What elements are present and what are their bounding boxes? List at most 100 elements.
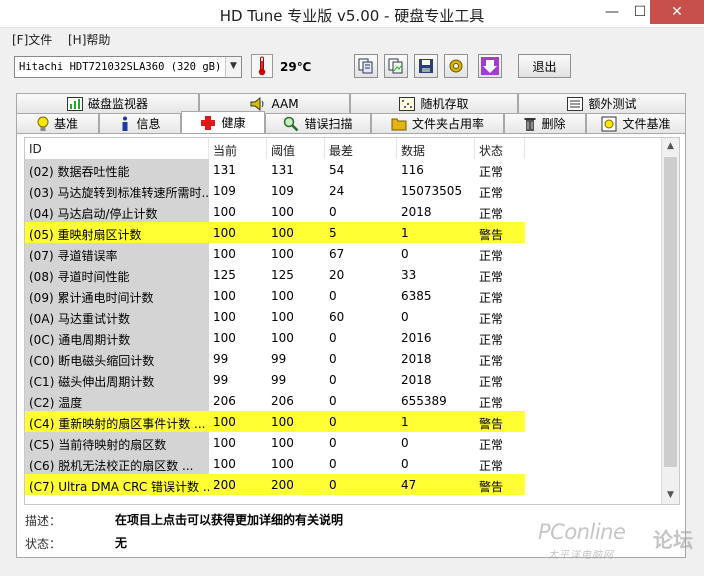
- cell-data: 116: [401, 163, 424, 177]
- tab-label: 文件基准: [622, 117, 671, 131]
- cell-data: 0: [401, 436, 409, 450]
- cell-threshold: 100: [271, 247, 294, 261]
- table-row[interactable]: (0C) 通电周期计数 100 100 0 2016 正常: [25, 327, 661, 348]
- column-header-status[interactable]: 状态: [475, 138, 525, 159]
- cell-worst: 24: [329, 184, 345, 198]
- tab-erase[interactable]: 删除: [504, 113, 586, 133]
- table-row[interactable]: (08) 寻道时间性能 125 125 20 33 正常: [25, 264, 661, 285]
- cell-data: 2018: [401, 352, 432, 366]
- table-row[interactable]: (C1) 磁头伸出周期计数 99 99 0 2018 正常: [25, 369, 661, 390]
- cell-worst: 67: [329, 247, 345, 261]
- cell-worst: 0: [329, 352, 337, 366]
- minimize-button[interactable]: —: [598, 0, 626, 24]
- column-header-id[interactable]: ID: [25, 138, 209, 159]
- cell-status: 正常: [479, 333, 504, 347]
- cell-threshold: 99: [271, 373, 287, 387]
- cell-id: (04) 马达启动/停止计数: [25, 201, 209, 222]
- table-row[interactable]: (07) 寻道错误率 100 100 67 0 正常: [25, 243, 661, 264]
- description-label: 描述：: [25, 514, 62, 528]
- table-row[interactable]: (03) 马达旋转到标准转速所需时... 109 109 24 15073505 正常: [25, 180, 661, 201]
- cell-current: 206: [213, 394, 236, 408]
- cell-status: 正常: [479, 459, 504, 473]
- copy-text-button[interactable]: [354, 54, 378, 78]
- magnifier-icon: [284, 116, 299, 131]
- cell-status: 正常: [479, 438, 504, 452]
- maximize-icon: ☐: [633, 4, 647, 20]
- scroll-down-icon[interactable]: ▼: [662, 487, 679, 504]
- cell-current: 100: [213, 247, 236, 261]
- cell-threshold: 200: [267, 474, 325, 495]
- vertical-scrollbar[interactable]: ▲ ▼: [661, 138, 679, 504]
- tab-benchmark[interactable]: 基准: [16, 113, 99, 133]
- cell-status: 正常: [479, 396, 504, 410]
- cell-threshold: 206: [271, 394, 294, 408]
- table-row[interactable]: (02) 数据吞吐性能 131 131 54 116 正常: [25, 159, 661, 180]
- tab-label: 文件夹占用率: [411, 117, 484, 131]
- table-row[interactable]: (C6) 脱机无法校正的扇区数 ... 100 100 0 0 正常: [25, 453, 661, 474]
- status-label: 状态：: [25, 537, 62, 551]
- tab-error-scan[interactable]: 错误扫描: [265, 113, 371, 133]
- options-button[interactable]: [444, 54, 468, 78]
- cell-worst: 0: [329, 394, 337, 408]
- description-text: 在项目上点击可以获得更加详细的有关说明: [115, 513, 344, 527]
- tab-label: 基准: [53, 117, 78, 131]
- folder-icon: [391, 118, 407, 130]
- cell-threshold: 125: [271, 268, 294, 282]
- cell-data: 2018: [401, 373, 432, 387]
- column-header-data[interactable]: 数据: [397, 138, 475, 159]
- tab-label: 错误扫描: [304, 117, 353, 131]
- close-button[interactable]: ✕: [650, 0, 704, 24]
- tab-label: AAM: [271, 96, 299, 111]
- tab-health[interactable]: 健康: [181, 111, 265, 133]
- cell-id: (05) 重映射扇区计数: [25, 222, 209, 243]
- cell-id: (C5) 当前待映射的扇区数: [25, 432, 209, 453]
- cell-status: 警告: [475, 411, 525, 432]
- tab-file-benchmark[interactable]: 文件基准: [586, 113, 686, 133]
- status-text: 无: [115, 536, 128, 550]
- column-header-threshold[interactable]: 阈值: [267, 138, 325, 159]
- cell-current: 100: [213, 289, 236, 303]
- tab-label: 随机存取: [420, 97, 469, 111]
- cell-id: (0C) 通电周期计数: [25, 327, 209, 348]
- speaker-icon: [250, 96, 264, 111]
- tab-info[interactable]: 信息: [99, 113, 181, 133]
- scrollbar-thumb[interactable]: [664, 157, 677, 467]
- copy-image-button[interactable]: [384, 54, 408, 78]
- menu-help[interactable]: [H]帮助: [68, 31, 110, 48]
- exit-button[interactable]: 退出: [518, 54, 571, 78]
- download-button[interactable]: [478, 54, 502, 78]
- table-row[interactable]: (05) 重映射扇区计数 100 100 5 1 警告: [25, 222, 661, 243]
- drive-select[interactable]: Hitachi HDT721032SLA360 (320 gB) ▼: [14, 56, 242, 78]
- menu-file[interactable]: [F]文件: [12, 31, 52, 48]
- cell-threshold: 100: [271, 205, 294, 219]
- table-row[interactable]: (04) 马达启动/停止计数 100 100 0 2018 正常: [25, 201, 661, 222]
- cell-data: 2016: [401, 331, 432, 345]
- cell-current: 109: [213, 184, 236, 198]
- watermark-sub: 太平洋电脑网: [548, 550, 614, 561]
- cell-data: 15073505: [401, 184, 463, 198]
- tab-aam[interactable]: AAM: [199, 93, 350, 113]
- table-row[interactable]: (0A) 马达重试计数 100 100 60 0 正常: [25, 306, 661, 327]
- table-row[interactable]: (09) 累计通电时间计数 100 100 0 6385 正常: [25, 285, 661, 306]
- save-button[interactable]: [414, 54, 438, 78]
- cell-worst: 0: [325, 474, 397, 495]
- column-header-current[interactable]: 当前: [209, 138, 267, 159]
- column-header-worst[interactable]: 最差: [325, 138, 397, 159]
- table-row[interactable]: (C0) 断电磁头缩回计数 99 99 0 2018 正常: [25, 348, 661, 369]
- tab-extra-tests[interactable]: 额外测试: [518, 93, 686, 113]
- table-row[interactable]: (C2) 温度 206 206 0 655389 正常: [25, 390, 661, 411]
- tab-random-access[interactable]: 随机存取: [350, 93, 518, 113]
- cell-data: 0: [401, 457, 409, 471]
- health-panel: ID 当前 阈值 最差 数据 状态 (02) 数据吞吐性能 131 131 54 116…: [16, 133, 686, 558]
- tab-disk-monitor[interactable]: 磁盘监视器: [16, 93, 199, 113]
- table-row[interactable]: (C7) Ultra DMA CRC 错误计数 ... 200 200 0 47 警告: [25, 474, 661, 495]
- chevron-down-icon: ▼: [225, 57, 241, 77]
- cell-worst: 20: [329, 268, 345, 282]
- scroll-up-icon[interactable]: ▲: [662, 138, 679, 155]
- tab-folder-usage[interactable]: 文件夹占用率: [371, 113, 504, 133]
- table-row[interactable]: (C4) 重新映射的扇区事件计数 ... 100 100 0 1 警告: [25, 411, 661, 432]
- cell-threshold: 100: [267, 411, 325, 432]
- table-row[interactable]: (C5) 当前待映射的扇区数 100 100 0 0 正常: [25, 432, 661, 453]
- cell-threshold: 100: [271, 310, 294, 324]
- toolbar: Hitachi HDT721032SLA360 (320 gB) ▼ 29℃ 退…: [0, 48, 704, 88]
